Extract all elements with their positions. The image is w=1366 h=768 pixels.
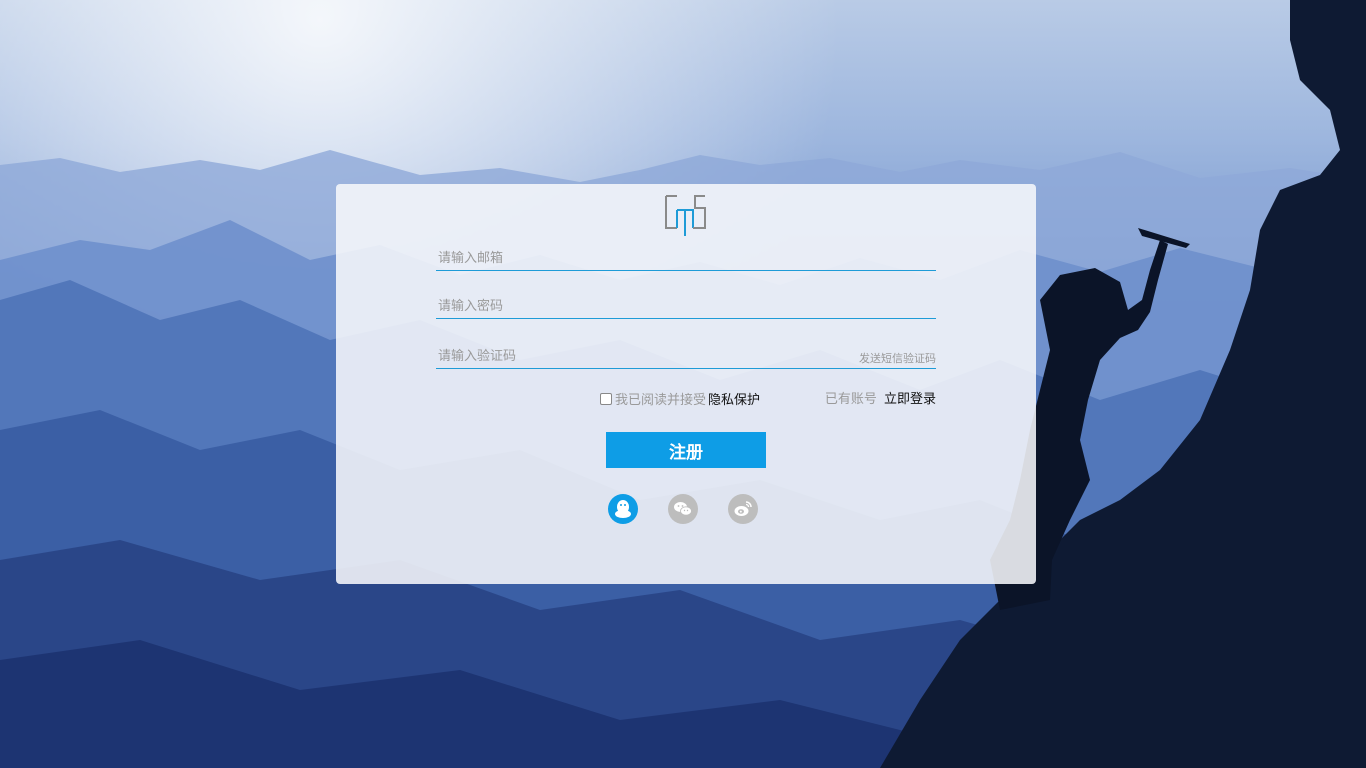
send-sms-code-link[interactable]: 发送短信验证码 [859,350,936,366]
email-field-wrapper [436,246,936,271]
email-input[interactable] [436,246,820,270]
verification-code-input[interactable] [436,344,820,368]
agree-text: 我已阅读并接受 [615,393,707,408]
login-link[interactable]: 立即登录 [884,392,936,407]
agree-checkbox[interactable] [600,392,612,405]
qq-login-button[interactable] [608,494,638,524]
agreement-row: 我已阅读并接受 隐私保护 [600,389,760,408]
register-button[interactable]: 注册 [606,432,766,468]
code-field-wrapper: 发送短信验证码 [436,344,936,369]
weibo-login-button[interactable] [728,494,758,524]
password-field-wrapper [436,294,936,319]
brand-logo [663,192,709,236]
has-account-row: 已有账号 立即登录 [825,388,936,407]
privacy-link[interactable]: 隐私保护 [708,389,760,408]
wechat-login-button[interactable] [668,494,698,524]
wechat-icon [668,494,698,524]
register-card: 发送短信验证码 我已阅读并接受 隐私保护 已有账号 立即登录 注册 [336,184,1036,584]
has-account-text: 已有账号 [824,392,877,407]
qq-icon [608,494,638,524]
password-input[interactable] [436,294,820,318]
weibo-icon [728,494,758,524]
